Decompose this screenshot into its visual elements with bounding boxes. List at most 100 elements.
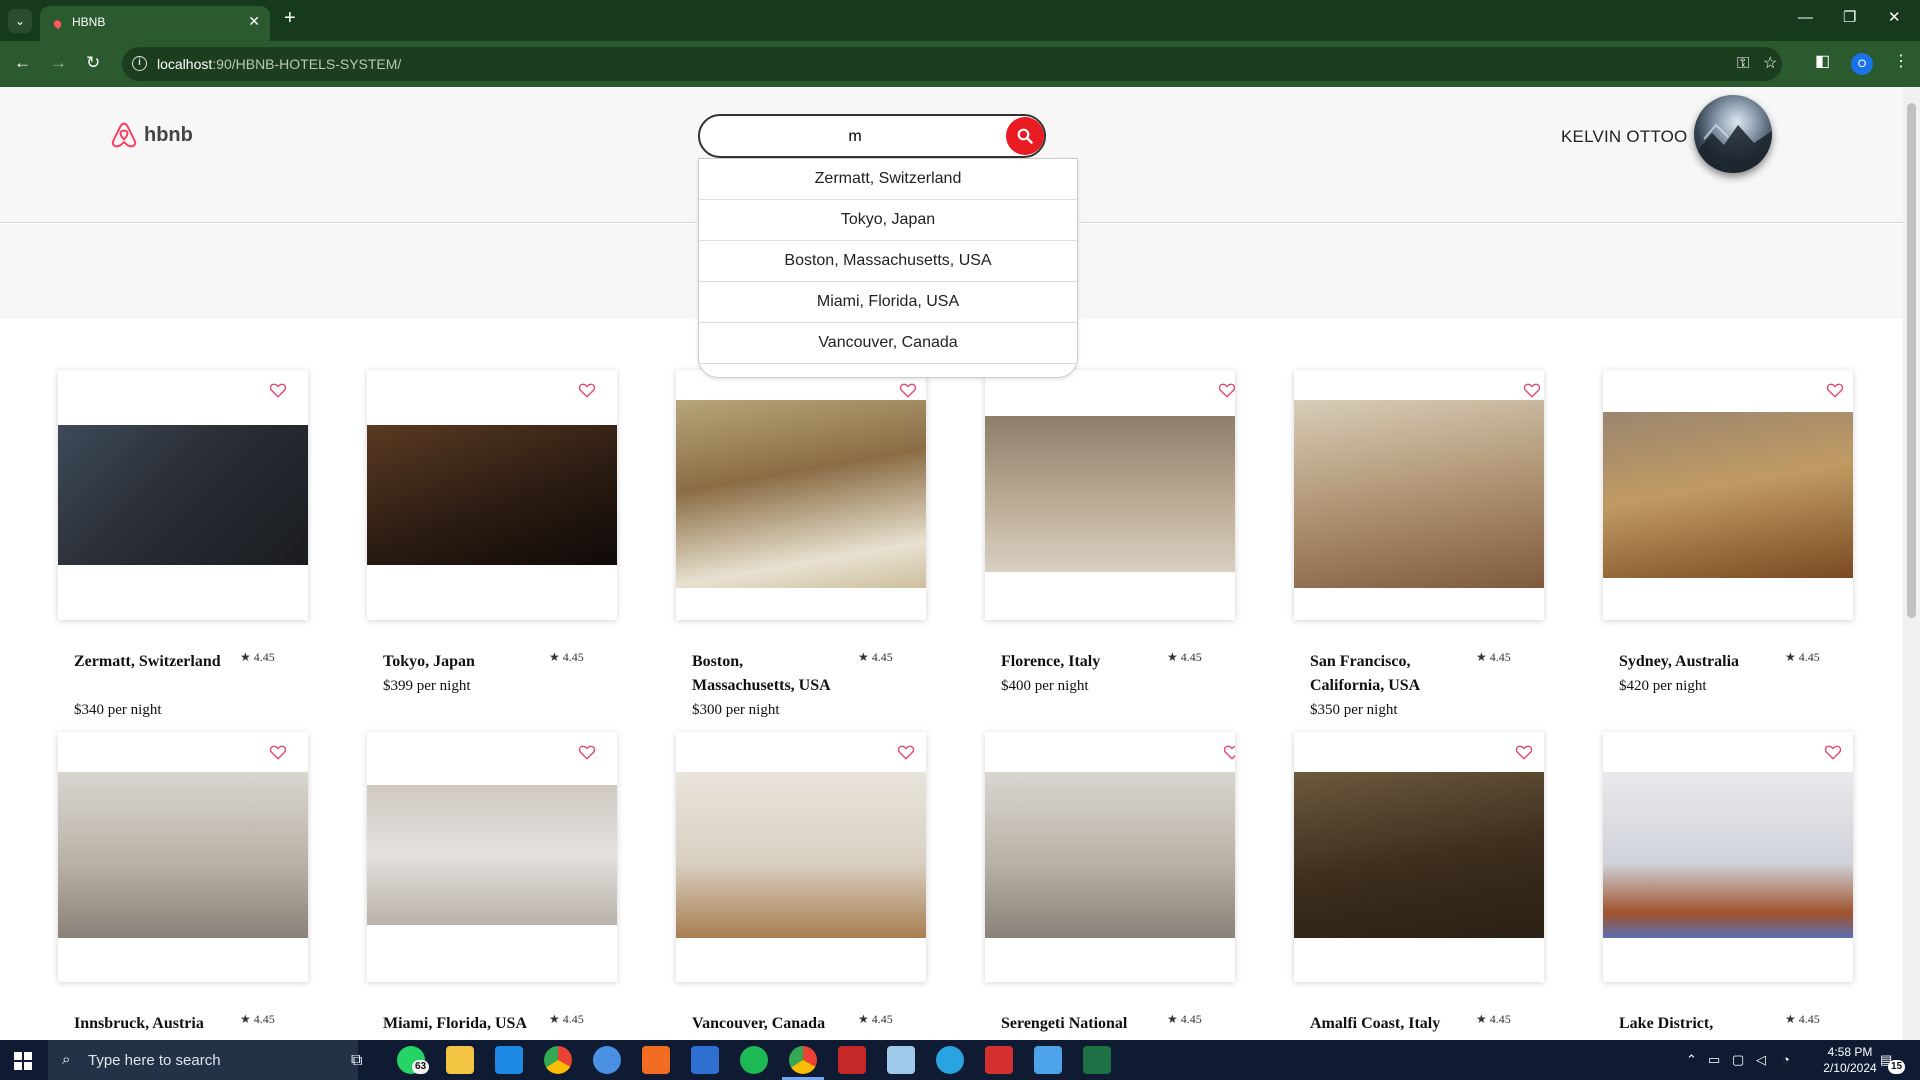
taskbar-search[interactable]: ⌕ Type here to search [48,1040,358,1080]
listing-title[interactable]: Amalfi Coast, Italy [1310,1012,1460,1036]
suggestion-item[interactable]: Boston, Massachusetts, USA [699,241,1077,282]
browser-menu-icon[interactable]: ⋮ [1893,52,1909,72]
listing-photo[interactable] [676,772,926,938]
listing-image-frame[interactable] [367,370,617,620]
listing-photo[interactable] [1294,400,1544,588]
listing-photo[interactable] [985,772,1235,938]
spotify-icon[interactable] [740,1046,768,1074]
favorite-heart-icon[interactable] [269,743,287,761]
listing-photo[interactable] [985,416,1235,572]
suggestion-item[interactable]: Miami, Florida, USA [699,282,1077,323]
page-scrollbar[interactable] [1903,87,1920,1040]
listing-image-frame[interactable] [367,732,617,982]
system-clock[interactable]: 4:58 PM 2/10/2024 [1810,1044,1890,1076]
suggestion-item[interactable]: Zermatt, Switzerland [699,159,1077,200]
xampp-icon[interactable] [642,1046,670,1074]
listing-image-frame[interactable] [1294,370,1544,620]
tab-close-icon[interactable]: ✕ [248,13,260,30]
favorite-heart-icon[interactable] [269,381,287,399]
search-input[interactable] [720,124,990,150]
listing-image-frame[interactable] [985,732,1235,982]
listing-photo[interactable] [1603,412,1853,578]
telegram-icon[interactable] [936,1046,964,1074]
chrome-icon[interactable] [544,1046,572,1074]
favorite-heart-icon[interactable] [578,743,596,761]
user-avatar[interactable] [1694,95,1772,173]
wifi-icon[interactable]: ◔ [1782,1052,1790,1067]
listing-image-frame[interactable] [1603,732,1853,982]
listing-title[interactable]: Innsbruck, Austria [74,1012,224,1036]
new-tab-button[interactable]: + [284,8,296,28]
favorite-heart-icon[interactable] [578,381,596,399]
favorite-heart-icon[interactable] [1826,381,1844,399]
listing-photo[interactable] [1603,772,1853,938]
search-button[interactable] [1006,117,1044,155]
listing-title[interactable]: San Francisco, California, USA [1310,650,1460,698]
favorite-heart-icon[interactable] [1523,381,1541,399]
bookmark-star-icon[interactable]: ☆ [1763,54,1777,74]
password-key-icon[interactable]: ⚿ [1737,54,1749,74]
listing-title[interactable]: Boston, Massachusetts, USA [692,650,842,698]
acrobat-icon[interactable] [985,1046,1013,1074]
volume-icon[interactable]: ◁ [1756,1052,1766,1068]
listing-image-frame[interactable] [676,732,926,982]
file-explorer-icon[interactable] [446,1046,474,1074]
listing-image-frame[interactable] [1294,732,1544,982]
meet-icon[interactable]: ▢ [1732,1052,1744,1068]
side-panel-icon[interactable]: ◧ [1815,52,1830,72]
chrome-active-icon[interactable] [789,1046,817,1074]
listing-photo[interactable] [367,785,617,925]
excel-icon[interactable] [1083,1046,1111,1074]
back-icon[interactable]: ← [14,53,31,73]
listing-title[interactable]: Florence, Italy [1001,650,1151,674]
app-icon[interactable] [593,1046,621,1074]
favorite-heart-icon[interactable] [899,381,917,399]
url-text[interactable]: localhost:90/HBNB-HOTELS-SYSTEM/ [157,56,401,72]
site-logo[interactable]: hbnb [110,121,193,149]
minimize-icon[interactable]: — [1798,8,1813,28]
mcafee-icon[interactable] [838,1046,866,1074]
listing-title[interactable]: Sydney, Australia [1619,650,1769,674]
favorite-heart-icon[interactable] [1223,743,1235,761]
profile-avatar[interactable]: O [1851,53,1873,75]
app-icon[interactable] [887,1046,915,1074]
listing-image-frame[interactable] [985,370,1235,620]
vscode-icon[interactable] [495,1046,523,1074]
listing-image-frame[interactable] [58,732,308,982]
suggestion-item[interactable]: Vancouver, Canada [699,323,1077,364]
tab-hbnb[interactable]: HBNB ✕ [40,6,270,41]
listing-photo[interactable] [58,425,308,565]
listing-photo[interactable] [58,772,308,938]
listing-title[interactable]: Tokyo, Japan [383,650,533,674]
app-window-icon[interactable] [691,1046,719,1074]
listing-image-frame[interactable] [1603,370,1853,620]
site-info-icon[interactable]: i [132,56,147,71]
scrollbar-thumb[interactable] [1907,103,1916,618]
listing-title[interactable]: Zermatt, Switzerland [74,650,224,674]
restore-icon[interactable]: ❐ [1843,8,1856,28]
favorite-heart-icon[interactable] [1218,381,1235,399]
listing-photo[interactable] [676,400,926,588]
battery-icon[interactable]: ▭ [1708,1052,1720,1068]
listing-title[interactable]: Lake District, England [1619,1012,1769,1040]
address-bar[interactable]: i localhost:90/HBNB-HOTELS-SYSTEM/ ⚿ ☆ [122,47,1782,81]
listing-photo[interactable] [367,425,617,565]
tray-chevron-icon[interactable]: ⌃ [1686,1052,1697,1068]
listing-title[interactable]: Serengeti National Park, Tanzania [1001,1012,1151,1040]
task-view-icon[interactable]: ⧉ [351,1052,362,1070]
favorite-heart-icon[interactable] [1824,743,1842,761]
listing-title[interactable]: Vancouver, Canada [692,1012,842,1036]
favorite-heart-icon[interactable] [897,743,915,761]
app-icon[interactable] [1034,1046,1062,1074]
listing-image-frame[interactable] [676,370,926,620]
forward-icon[interactable]: → [50,53,67,73]
tab-search-button[interactable]: ⌄ [8,9,32,33]
listing-title[interactable]: Miami, Florida, USA [383,1012,533,1036]
close-window-icon[interactable]: ✕ [1888,8,1901,28]
favorite-heart-icon[interactable] [1515,743,1533,761]
suggestion-item[interactable]: Tokyo, Japan [699,200,1077,241]
reload-icon[interactable]: ↻ [86,53,100,73]
listing-photo[interactable] [1294,772,1544,938]
listing-image-frame[interactable] [58,370,308,620]
windows-start-icon[interactable] [14,1052,32,1070]
